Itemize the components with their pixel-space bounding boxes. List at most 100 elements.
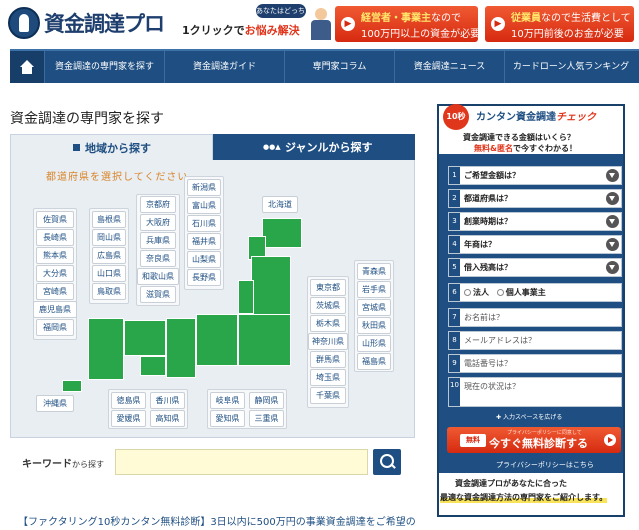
radio-corporation[interactable]	[464, 289, 471, 296]
pref-fukuoka[interactable]: 福岡県	[36, 319, 74, 336]
pref-aomori[interactable]: 青森県	[357, 263, 391, 280]
tab-genre[interactable]: ●●▲ ジャンルから探す	[213, 134, 415, 160]
pref-shimane[interactable]: 島根県	[92, 211, 126, 228]
pref-iwate[interactable]: 岩手県	[357, 281, 391, 298]
pref-nagasaki[interactable]: 長崎県	[36, 229, 74, 246]
step-desired-amount-select[interactable]: 1 ご希望金額は？	[448, 166, 622, 185]
map-region-chubu[interactable]	[196, 314, 238, 366]
logo-icon[interactable]	[8, 7, 40, 39]
pref-kumamoto[interactable]: 熊本県	[36, 247, 74, 264]
cta-business-owner-button[interactable]: ▶ 経営者・事業主なので 100万円以上の資金が必要	[335, 6, 480, 42]
pref-hyogo[interactable]: 兵庫県	[140, 232, 176, 249]
pref-chiba[interactable]: 千葉県	[310, 387, 346, 404]
pref-ibaraki[interactable]: 茨城県	[310, 297, 346, 314]
expand-input-label: 入力スペースを広げる	[502, 414, 563, 421]
phone-field[interactable]: 9 電話番号は？	[448, 354, 622, 373]
pref-saga[interactable]: 佐賀県	[36, 211, 74, 228]
pref-kagoshima[interactable]: 鹿児島県	[33, 301, 77, 318]
keyword-search-input[interactable]	[115, 449, 368, 475]
cta-employee-button[interactable]: ▶ 従業員なので生活費として 10万円前後のお金が必要	[485, 6, 634, 42]
pref-niigata[interactable]: 新潟県	[187, 179, 221, 196]
pref-tokyo[interactable]: 東京都	[310, 279, 346, 296]
pref-toyama[interactable]: 富山県	[187, 197, 221, 214]
step-founding-date-select[interactable]: 3 創業時期は？	[448, 212, 622, 231]
pref-kanagawa[interactable]: 神奈川県	[308, 333, 348, 350]
pref-fukui[interactable]: 福井県	[187, 233, 221, 250]
map-region-okinawa[interactable]	[62, 380, 82, 392]
tab-region[interactable]: 地域から探す	[10, 134, 213, 160]
pref-yamagata[interactable]: 山形県	[357, 335, 391, 352]
pref-yamaguchi[interactable]: 山口県	[92, 265, 126, 282]
pref-oita[interactable]: 大分県	[36, 265, 74, 282]
pref-ishikawa[interactable]: 石川県	[187, 215, 221, 232]
map-region-tohoku-west[interactable]	[238, 280, 254, 314]
step-number: 9	[449, 355, 460, 372]
factoring-article-link[interactable]: 【ファクタリング10秒カンタン無料診断】3日以内に500万円の事業資金調達をご希…	[18, 513, 416, 528]
pref-ehime[interactable]: 愛媛県	[111, 410, 146, 427]
chevron-down-icon	[606, 261, 619, 274]
ten-second-badge: 10秒	[443, 104, 469, 130]
nav-item-ranking[interactable]: カードローン人気ランキング	[504, 51, 637, 83]
map-region-hokkaido[interactable]	[262, 218, 302, 248]
pref-shiga[interactable]: 滋賀県	[140, 286, 176, 303]
email-placeholder: メールアドレスは？	[464, 336, 536, 345]
pref-tokushima[interactable]: 徳島県	[111, 392, 146, 409]
expand-input-link[interactable]: ✚ 入力スペースを広げる	[496, 412, 562, 421]
home-icon[interactable]	[10, 51, 44, 83]
map-region-kanto[interactable]	[238, 314, 291, 366]
tagline-prefix: 1クリックで	[182, 24, 245, 37]
tab-genre-label: ジャンルから探す	[285, 141, 373, 154]
pref-osaka[interactable]: 大阪府	[140, 214, 176, 231]
pref-akita[interactable]: 秋田県	[357, 317, 391, 334]
status-placeholder: 現在の状況は？	[464, 382, 520, 391]
tab-region-label: 地域から探す	[85, 142, 151, 155]
map-region-kyushu[interactable]	[88, 318, 124, 380]
map-region-kansai[interactable]	[166, 318, 196, 378]
pref-kochi[interactable]: 高知県	[150, 410, 185, 427]
name-field[interactable]: 7 お名前は？	[448, 308, 622, 327]
status-textarea[interactable]: 10 現在の状況は？	[448, 377, 622, 407]
pref-tottori[interactable]: 鳥取県	[92, 283, 126, 300]
step-debt-balance-select[interactable]: 5 借入残高は？	[448, 258, 622, 277]
map-region-shikoku[interactable]	[140, 356, 166, 376]
pref-mie[interactable]: 三重県	[249, 410, 284, 427]
radio-sole-proprietor[interactable]	[496, 289, 504, 296]
step-label: ご希望金額は？	[464, 171, 520, 180]
logo-text[interactable]: 資金調達プロ	[44, 8, 165, 38]
pref-hiroshima[interactable]: 広島県	[92, 247, 126, 264]
pref-yamanashi[interactable]: 山梨県	[187, 251, 221, 268]
pref-kagawa[interactable]: 香川県	[150, 392, 185, 409]
header: 資金調達プロ あなたはどっち？ 1クリックでお悩み解決 ▶ 経営者・事業主なので…	[0, 0, 639, 48]
question-bubble: あなたはどっち？	[256, 4, 312, 18]
pref-hokkaido[interactable]: 北海道	[262, 196, 298, 213]
pref-okinawa[interactable]: 沖縄県	[36, 395, 74, 412]
pref-aichi[interactable]: 愛知県	[210, 410, 245, 427]
pref-okayama[interactable]: 岡山県	[92, 229, 126, 246]
main-nav: 資金調達の専門家を探す 資金調達ガイド 専門家コラム 資金調達ニュース カードロ…	[10, 49, 639, 83]
privacy-policy-link[interactable]: プライバシーポリシーはこちら	[496, 460, 594, 470]
pref-tochigi[interactable]: 栃木県	[310, 315, 346, 332]
nav-item-guide[interactable]: 資金調達ガイド	[164, 51, 284, 83]
pref-saitama[interactable]: 埼玉県	[310, 369, 346, 386]
pref-gunma[interactable]: 群馬県	[310, 351, 346, 368]
pref-miyagi[interactable]: 宮城県	[357, 299, 391, 316]
step-annual-sales-select[interactable]: 4 年商は？	[448, 235, 622, 254]
nav-item-news[interactable]: 資金調達ニュース	[394, 51, 504, 83]
pref-miyazaki[interactable]: 宮崎県	[36, 283, 74, 300]
pref-nagano[interactable]: 長野県	[187, 269, 221, 286]
pref-nara[interactable]: 奈良県	[140, 250, 176, 267]
pref-fukushima[interactable]: 福島県	[357, 353, 391, 370]
pref-shizuoka[interactable]: 静岡県	[249, 392, 284, 409]
search-icon[interactable]	[373, 449, 401, 475]
map-region-chugoku[interactable]	[124, 320, 166, 356]
email-field[interactable]: 8 メールアドレスは？	[448, 331, 622, 350]
pref-gifu[interactable]: 岐阜県	[210, 392, 245, 409]
map-region-tohoku[interactable]	[251, 256, 291, 316]
free-diagnosis-button[interactable]: プライバシーポリシーに同意して 無料 今すぐ無料診断する	[447, 427, 621, 453]
step-prefecture-select[interactable]: 2 都道府県は？	[448, 189, 622, 208]
nav-item-column[interactable]: 専門家コラム	[284, 51, 394, 83]
pref-wakayama[interactable]: 和歌山県	[137, 268, 179, 285]
free-badge: 無料	[460, 434, 486, 447]
pref-kyoto[interactable]: 京都府	[140, 196, 176, 213]
nav-item-find-expert[interactable]: 資金調達の専門家を探す	[44, 51, 164, 83]
